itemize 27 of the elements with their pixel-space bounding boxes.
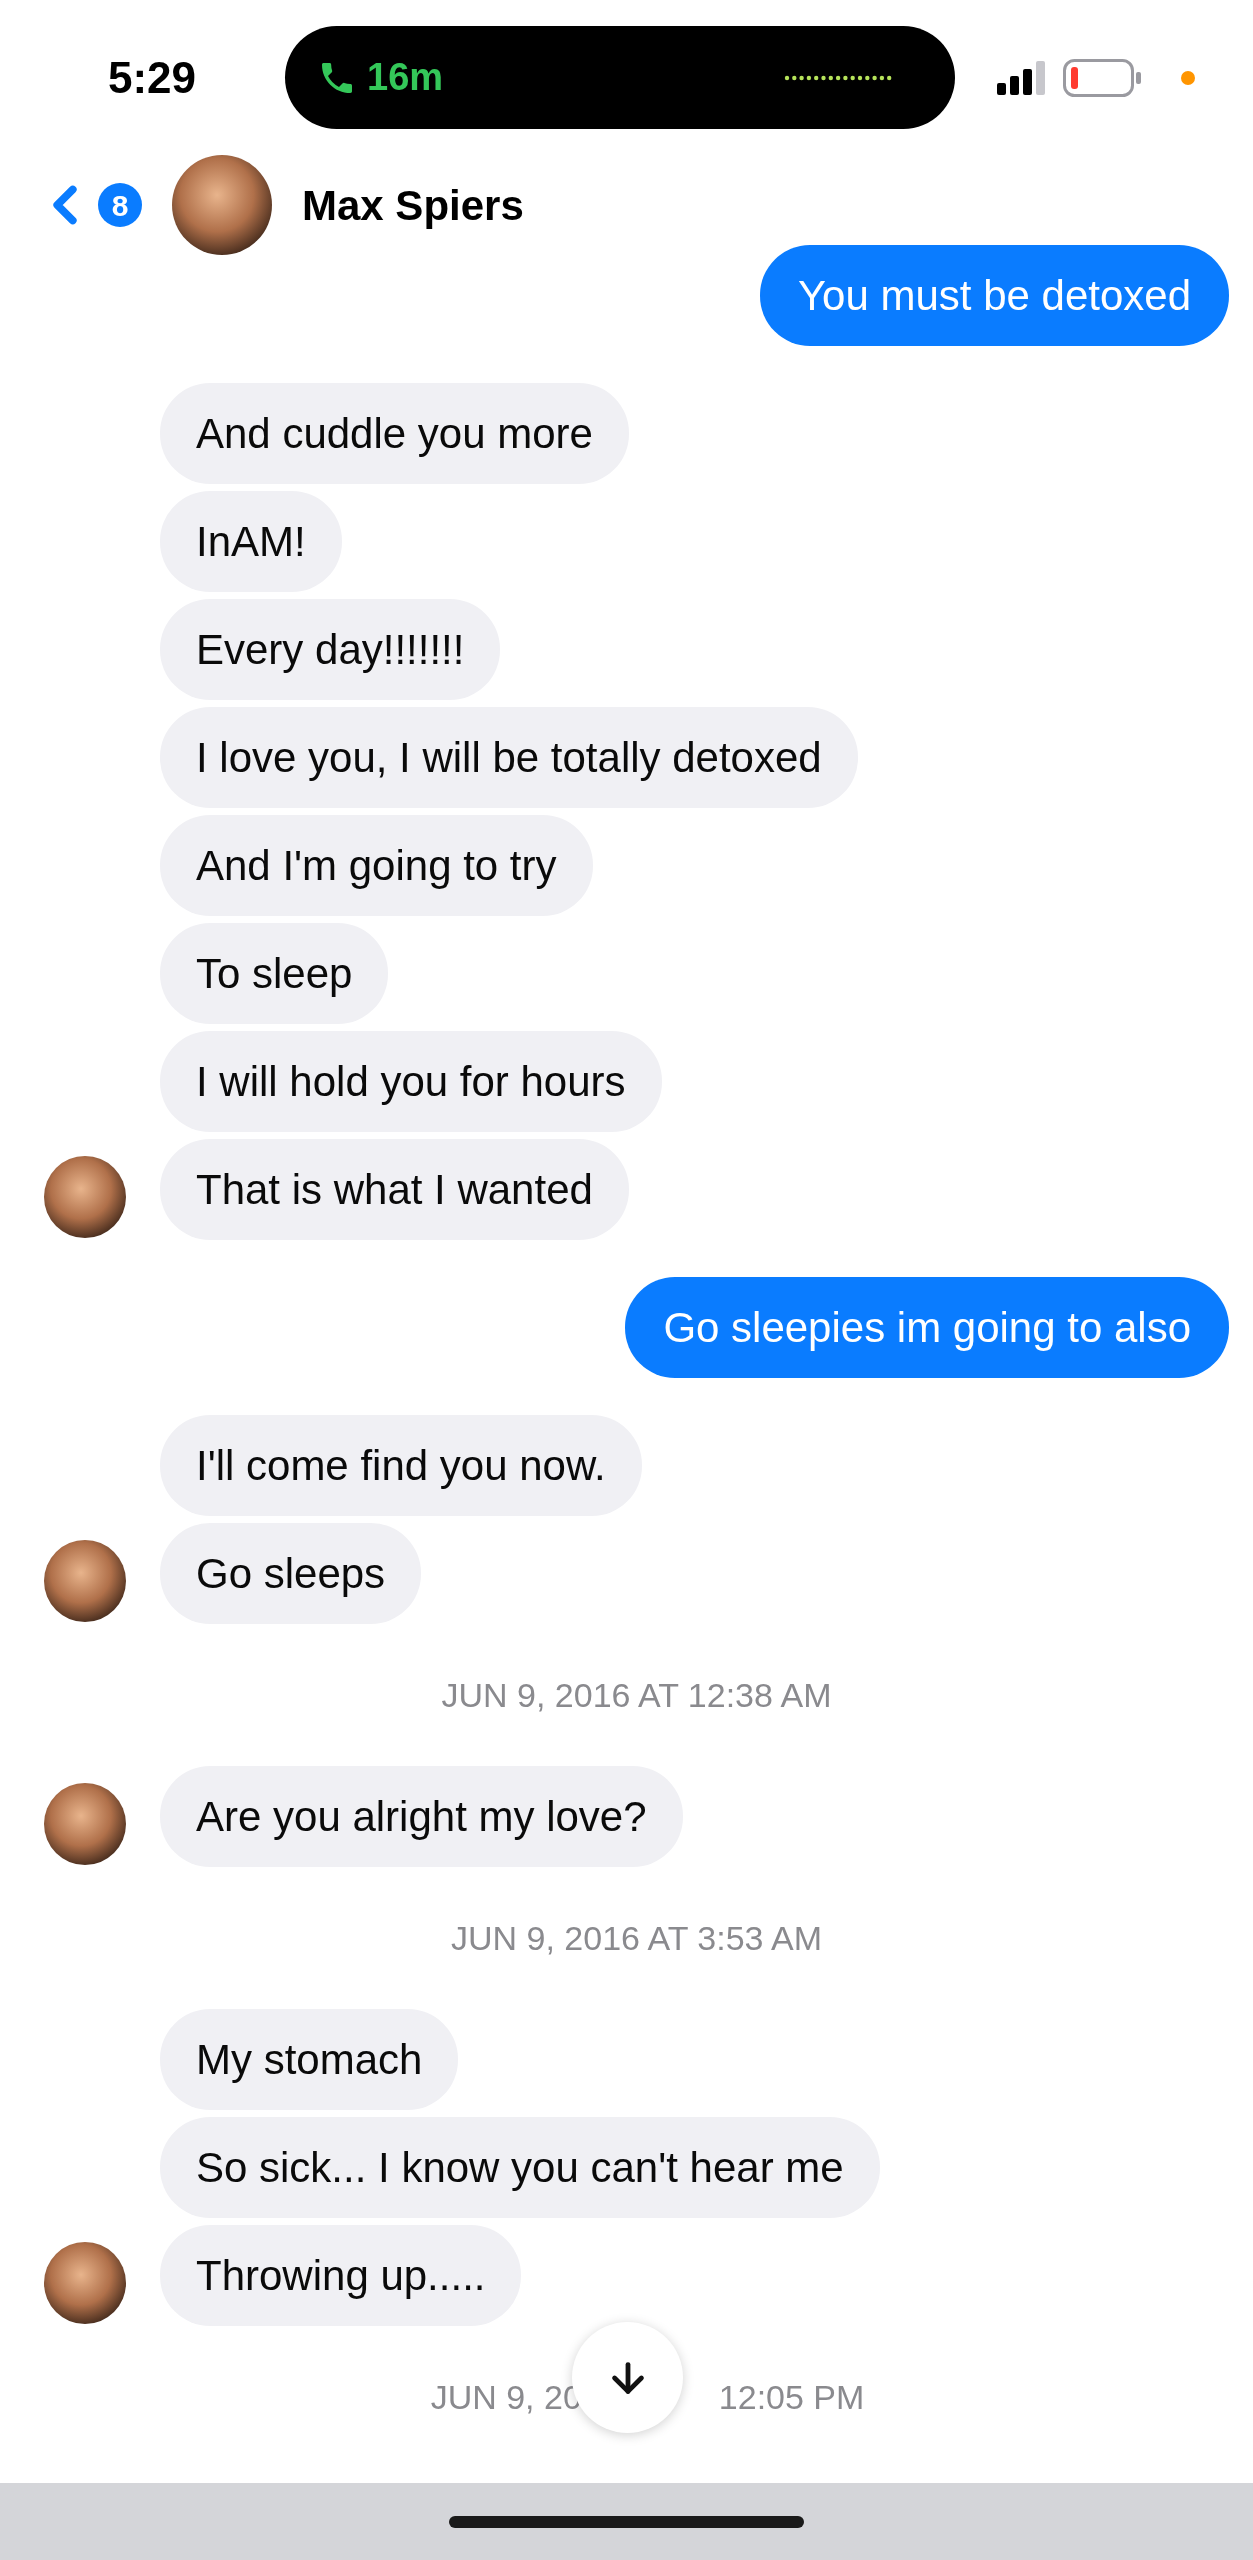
received-message: Throwing up..... <box>160 2225 522 2326</box>
timestamp: 12:05 PM <box>718 2376 865 2418</box>
received-message: To sleep <box>160 923 389 1024</box>
received-message: I will hold you for hours <box>160 1031 662 1132</box>
battery-icon <box>1063 58 1143 97</box>
sent-message: Go sleepies im going to also <box>625 1277 1229 1378</box>
contact-name: Max Spiers <box>302 180 524 231</box>
clock-time: 5:29 <box>108 51 198 104</box>
call-pill[interactable]: 16m <box>285 26 955 129</box>
received-message: And cuddle you more <box>160 383 629 484</box>
received-message: And I'm going to try <box>160 815 593 916</box>
received-message: Every day!!!!!!! <box>160 599 501 700</box>
timestamp: JUN 9, 2016 AT 12:38 AM <box>441 1674 832 1716</box>
received-message: Are you alright my love? <box>160 1766 683 1867</box>
received-message: I'll come find you now. <box>160 1415 642 1516</box>
audio-dots-icon <box>783 73 893 82</box>
call-duration: 16m <box>367 55 444 100</box>
unread-badge: 8 <box>98 183 142 227</box>
received-message: My stomach <box>160 2009 459 2110</box>
home-indicator[interactable] <box>449 2515 804 2528</box>
received-message: InAM! <box>160 491 342 592</box>
received-message: So sick... I know you can't hear me <box>160 2117 880 2218</box>
received-message: That is what I wanted <box>160 1139 629 1240</box>
sent-message: You must be detoxed <box>759 245 1229 346</box>
received-message: I love you, I will be totally detoxed <box>160 707 858 808</box>
timestamp: JUN 9, 2016 AT 3:53 AM <box>450 1917 823 1959</box>
received-message: Go sleeps <box>160 1523 422 1624</box>
